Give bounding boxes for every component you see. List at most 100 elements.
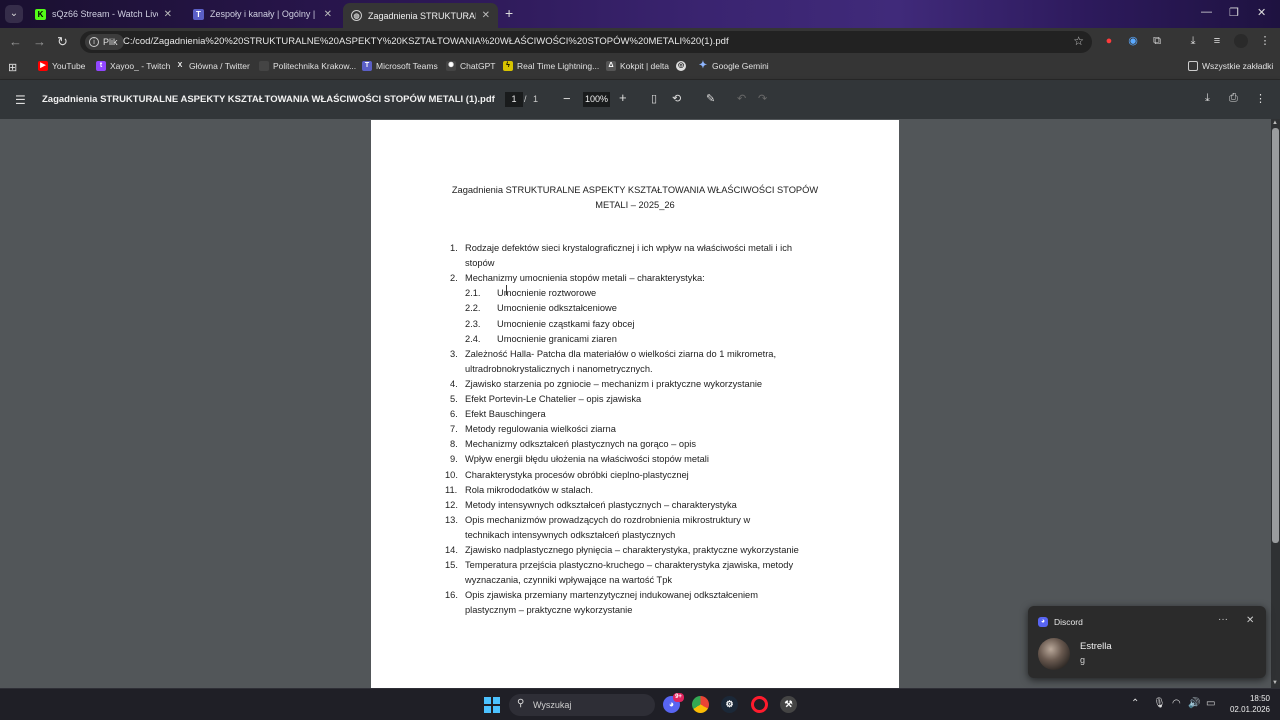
- taskbar-search[interactable]: ⚲ Wyszukaj: [509, 694, 655, 716]
- item-number: 16.: [445, 590, 458, 601]
- extension-red-icon[interactable]: ●: [1102, 34, 1116, 48]
- tab-teams[interactable]: T Zespoły i kanały | Ogólny | Mic ✕: [185, 3, 340, 25]
- undo-icon[interactable]: ↶: [737, 92, 746, 105]
- scroll-down-icon[interactable]: ▼: [1272, 680, 1278, 686]
- print-icon[interactable]: ⎙: [1229, 92, 1238, 105]
- bookmark-label: YouTube: [52, 61, 86, 71]
- text-cursor-icon: [506, 285, 511, 295]
- browser-menu-icon[interactable]: ⋮: [1258, 34, 1272, 48]
- item-text: Efekt Bauschingera: [465, 409, 546, 420]
- opera-taskbar-icon[interactable]: [751, 696, 768, 713]
- bookmark-lightning[interactable]: ϟ Real Time Lightning...: [503, 61, 599, 71]
- minimize-icon[interactable]: —: [1201, 6, 1212, 18]
- bookmark-chatgpt[interactable]: ✺ ChatGPT: [446, 61, 495, 71]
- search-icon: ⚲: [517, 698, 525, 709]
- page-separator: /: [524, 94, 527, 104]
- pdf-viewer[interactable]: Zagadnienia STRUKTURALNE ASPEKTY KSZTAŁT…: [0, 119, 1280, 688]
- more-options-icon[interactable]: ···: [1218, 614, 1228, 625]
- globe-icon: ◍: [351, 10, 362, 21]
- item-text: Zjawisko starzenia po zgniocie – mechani…: [465, 378, 763, 389]
- close-icon[interactable]: ✕: [164, 9, 172, 20]
- tab-title: Zagadnienia STRUKTURALNE /: [368, 10, 476, 21]
- new-tab-button[interactable]: +: [505, 5, 513, 21]
- chrome-taskbar-icon[interactable]: [692, 696, 709, 713]
- restore-icon[interactable]: ❐: [1229, 6, 1239, 19]
- zoom-out-button[interactable]: −: [563, 91, 571, 106]
- teams-icon: T: [362, 61, 372, 71]
- subitem-number: 2.2.: [465, 303, 481, 314]
- bookmark-twitch[interactable]: t Xayoo_ - Twitch: [96, 61, 170, 71]
- clock[interactable]: 18:50 02.01.2026: [1224, 693, 1270, 715]
- discord-notification[interactable]: ◕ Discord ··· ✕ Estrella g: [1028, 606, 1266, 678]
- apps-grid-icon[interactable]: ⊞: [8, 61, 17, 74]
- tab-pdf[interactable]: ◍ Zagadnienia STRUKTURALNE / ✕: [343, 3, 498, 28]
- volume-icon[interactable]: 🔊: [1188, 698, 1200, 709]
- bookmarks-bar: ⊞ ▶ YouTube t Xayoo_ - Twitch X Główna /…: [0, 56, 1280, 80]
- show-hidden-icons[interactable]: ⌃: [1131, 698, 1139, 709]
- date: 02.01.2026: [1229, 705, 1270, 714]
- item-text: Rola mikrododatków w stalach.: [465, 484, 594, 495]
- folder-icon: [1188, 61, 1198, 71]
- bookmark-label: Real Time Lightning...: [517, 61, 600, 71]
- close-icon[interactable]: ✕: [1246, 615, 1254, 626]
- page-total: 1: [533, 94, 539, 104]
- forward-icon[interactable]: →: [33, 34, 46, 49]
- bookmark-gemini[interactable]: ✦ Google Gemini: [698, 61, 769, 72]
- pdf-sidebar-menu-icon[interactable]: ☰: [15, 93, 26, 107]
- battery-icon[interactable]: ▭: [1206, 698, 1215, 709]
- zoom-in-button[interactable]: +: [619, 90, 627, 105]
- scroll-up-icon[interactable]: ▲: [1272, 120, 1278, 126]
- extensions-puzzle-icon[interactable]: ⧉: [1150, 34, 1164, 48]
- item-number: 10.: [445, 469, 458, 480]
- profile-avatar[interactable]: [1234, 34, 1248, 48]
- redo-icon[interactable]: ↷: [758, 92, 767, 105]
- subitem-text: Umocnienie roztworowe: [497, 288, 597, 299]
- notification-badge: 9+: [673, 693, 684, 702]
- close-window-icon[interactable]: ✕: [1257, 6, 1266, 19]
- item-text: Temperatura przejścia plastyczno-krucheg…: [465, 560, 794, 571]
- bookmark-web[interactable]: ◎: [676, 61, 690, 71]
- bookmark-label: Politechnika Krakow...: [273, 61, 357, 71]
- bookmark-politechnika[interactable]: Politechnika Krakow...: [259, 61, 356, 71]
- pdf-more-icon[interactable]: ⋮: [1255, 92, 1266, 105]
- fit-page-icon[interactable]: ▯: [651, 92, 657, 105]
- back-icon[interactable]: ←: [9, 34, 22, 49]
- kick-icon: K: [35, 8, 46, 20]
- tab-kick[interactable]: K sQz66 Stream - Watch Live on ✕: [27, 3, 180, 25]
- rotate-icon[interactable]: ⟲: [672, 92, 681, 105]
- bookmark-label: Główna / Twitter: [189, 61, 250, 71]
- subitem-text: Umocnienie cząstkami fazy obcej: [497, 318, 635, 329]
- site-info-chip[interactable]: i Plik: [85, 34, 124, 50]
- item-text: Efekt Portevin-Le Chatelier – opis zjawi…: [465, 394, 642, 404]
- all-bookmarks-label: Wszystkie zakładki: [1202, 61, 1274, 71]
- page-number-input[interactable]: 1: [505, 92, 523, 107]
- all-bookmarks[interactable]: Wszystkie zakładki: [1188, 61, 1273, 71]
- close-icon[interactable]: ✕: [324, 9, 332, 20]
- item-text: Rodzaje defektów sieci krystalograficzne…: [465, 243, 793, 253]
- url-text[interactable]: C:/cod/Zagadnienia%20%20STRUKTURALNE%20A…: [123, 36, 729, 47]
- microphone-icon[interactable]: 🎙: [1153, 698, 1166, 709]
- zoom-input[interactable]: 100%: [583, 92, 610, 107]
- reload-icon[interactable]: ↻: [57, 34, 68, 50]
- pdf-download-icon[interactable]: ⤓: [1205, 92, 1210, 105]
- steam-taskbar-icon[interactable]: ⚙: [721, 696, 738, 713]
- item-number: 7.: [450, 424, 458, 435]
- bookmark-teams[interactable]: T Microsoft Teams: [362, 61, 438, 71]
- bookmark-delta[interactable]: Δ Kokpit | delta: [606, 61, 669, 71]
- bookmark-twitter[interactable]: X Główna / Twitter: [175, 61, 250, 71]
- chatgpt-icon: ✺: [446, 61, 456, 71]
- wifi-icon[interactable]: ◠: [1172, 698, 1181, 709]
- extension-audio-icon[interactable]: ◉: [1126, 34, 1140, 48]
- tab-search-button[interactable]: ⌄: [5, 5, 23, 23]
- bookmark-youtube[interactable]: ▶ YouTube: [38, 61, 85, 71]
- windows-start-icon[interactable]: [484, 697, 500, 713]
- download-icon[interactable]: ⤓: [1186, 34, 1200, 48]
- annotate-icon[interactable]: ✎: [706, 92, 715, 105]
- media-queue-icon[interactable]: ≡: [1210, 34, 1224, 48]
- close-icon[interactable]: ✕: [482, 10, 490, 21]
- address-bar[interactable]: i Plik C:/cod/Zagadnienia%20%20STRUKTURA…: [80, 31, 1092, 53]
- scrollbar-thumb[interactable]: [1272, 128, 1279, 543]
- bookmark-star-icon[interactable]: ☆: [1073, 34, 1084, 48]
- app-taskbar-icon[interactable]: ⚒: [780, 696, 797, 713]
- subitem-number: 2.1.: [465, 288, 481, 299]
